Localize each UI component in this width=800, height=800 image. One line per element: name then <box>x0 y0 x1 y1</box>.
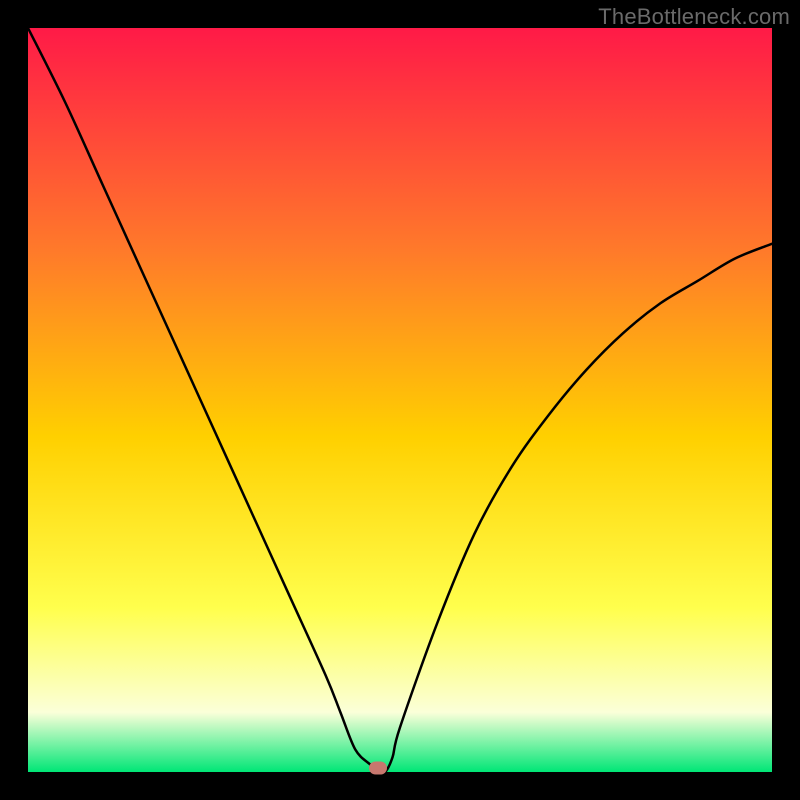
plot-area <box>28 28 772 772</box>
plot-svg <box>28 28 772 772</box>
chart-frame: TheBottleneck.com <box>0 0 800 800</box>
optimum-marker <box>369 762 387 775</box>
watermark-text: TheBottleneck.com <box>598 4 790 30</box>
gradient-background <box>28 28 772 772</box>
